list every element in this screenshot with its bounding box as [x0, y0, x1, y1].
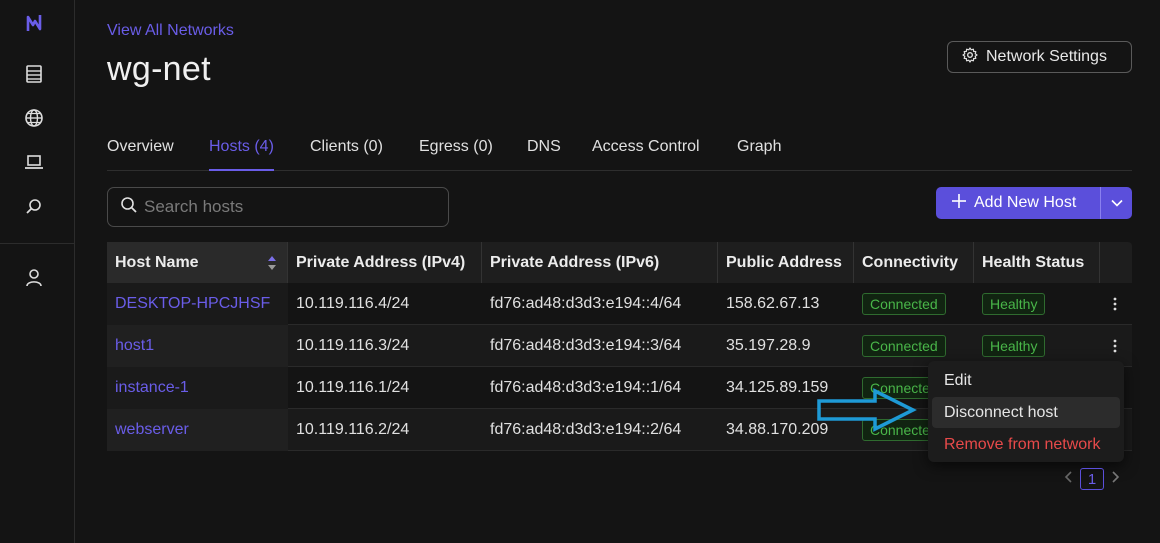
- row-actions-icon[interactable]: [1105, 283, 1125, 325]
- ipv6-cell: fd76:ad48:d3d3:e194::1/64: [490, 379, 682, 396]
- menu-item-disconnect-host[interactable]: Disconnect host: [932, 397, 1120, 428]
- search-icon[interactable]: [22, 194, 46, 218]
- health-badge: Healthy: [982, 293, 1046, 315]
- gear-icon: [962, 46, 978, 68]
- sidebar: [0, 0, 75, 543]
- chevron-left-icon[interactable]: [1064, 470, 1072, 488]
- column-header-connectivity[interactable]: Connectivity: [854, 242, 974, 283]
- globe-icon[interactable]: [22, 106, 46, 130]
- health-badge: Healthy: [982, 335, 1046, 357]
- column-header-health-status[interactable]: Health Status: [974, 242, 1100, 283]
- host-name-link[interactable]: webserver: [115, 421, 189, 439]
- view-all-networks-link[interactable]: View All Networks: [107, 22, 234, 40]
- tab-bar: Overview Hosts (4) Clients (0) Egress (0…: [107, 130, 1132, 171]
- tab-dns[interactable]: DNS: [527, 138, 561, 171]
- chevron-down-icon: [1110, 194, 1123, 212]
- sort-icon[interactable]: [267, 255, 277, 276]
- ipv4-cell: 10.119.116.4/24: [296, 295, 410, 312]
- user-icon[interactable]: [22, 266, 46, 290]
- ipv4-cell: 10.119.116.2/24: [296, 421, 410, 438]
- column-header-label: Host Name: [115, 253, 199, 271]
- ipv6-cell: fd76:ad48:d3d3:e194::4/64: [490, 295, 682, 312]
- search-icon: [120, 196, 138, 219]
- ipv6-cell: fd76:ad48:d3d3:e194::3/64: [490, 337, 682, 354]
- page-number[interactable]: 1: [1080, 468, 1104, 490]
- page-title: wg-net: [107, 50, 211, 88]
- ipv4-cell: 10.119.116.3/24: [296, 337, 410, 354]
- plus-icon: [952, 193, 966, 213]
- tab-clients[interactable]: Clients (0): [310, 138, 383, 171]
- main-content: View All Networks wg-net Network Setting…: [76, 0, 1160, 543]
- column-header-public-address[interactable]: Public Address: [718, 242, 854, 283]
- column-header-ipv6[interactable]: Private Address (IPv6): [482, 242, 718, 283]
- public-address-cell: 34.88.170.209: [726, 421, 829, 438]
- ipv4-cell: 10.119.116.1/24: [296, 379, 410, 396]
- table-row: DESKTOP-HPCJHSF 10.119.116.4/24 fd76:ad4…: [107, 283, 1132, 325]
- logo-icon[interactable]: [22, 11, 46, 35]
- sidebar-divider: [0, 243, 75, 244]
- public-address-cell: 158.62.67.13: [726, 295, 820, 312]
- tab-overview[interactable]: Overview: [107, 138, 174, 171]
- add-new-host-button[interactable]: Add New Host: [936, 187, 1100, 219]
- table-header: Host Name Private Address (IPv4) Private…: [107, 242, 1132, 283]
- ipv6-cell: fd76:ad48:d3d3:e194::2/64: [490, 421, 682, 438]
- add-new-host-label: Add New Host: [974, 194, 1077, 211]
- public-address-cell: 34.125.89.159: [726, 379, 829, 396]
- menu-item-remove-from-network[interactable]: Remove from network: [932, 429, 1120, 460]
- host-name-link[interactable]: DESKTOP-HPCJHSF: [115, 295, 270, 313]
- tab-graph[interactable]: Graph: [737, 138, 781, 171]
- row-context-menu: Edit Disconnect host Remove from network: [928, 361, 1124, 462]
- column-header-ipv4[interactable]: Private Address (IPv4): [288, 242, 482, 283]
- host-name-link[interactable]: host1: [115, 337, 154, 355]
- tab-egress[interactable]: Egress (0): [419, 138, 493, 171]
- connectivity-badge: Connected: [862, 335, 946, 357]
- tab-access-control[interactable]: Access Control: [592, 138, 700, 171]
- public-address-cell: 35.197.28.9: [726, 337, 811, 354]
- search-box: [107, 187, 449, 227]
- network-settings-label: Network Settings: [986, 48, 1107, 65]
- network-settings-button[interactable]: Network Settings: [947, 41, 1132, 73]
- laptop-icon[interactable]: [22, 150, 46, 174]
- menu-item-edit[interactable]: Edit: [932, 365, 1120, 396]
- nodes-icon[interactable]: [22, 62, 46, 86]
- add-new-host-split-button: Add New Host: [936, 187, 1132, 219]
- column-header-host-name[interactable]: Host Name: [107, 242, 288, 283]
- tab-hosts[interactable]: Hosts (4): [209, 138, 274, 171]
- connectivity-badge: Connected: [862, 293, 946, 315]
- annotation-arrow-icon: [817, 388, 917, 432]
- search-input[interactable]: [144, 197, 434, 217]
- add-host-options-button[interactable]: [1101, 187, 1132, 219]
- host-name-link[interactable]: instance-1: [115, 379, 189, 397]
- pagination: 1: [1064, 468, 1120, 490]
- chevron-right-icon[interactable]: [1112, 470, 1120, 488]
